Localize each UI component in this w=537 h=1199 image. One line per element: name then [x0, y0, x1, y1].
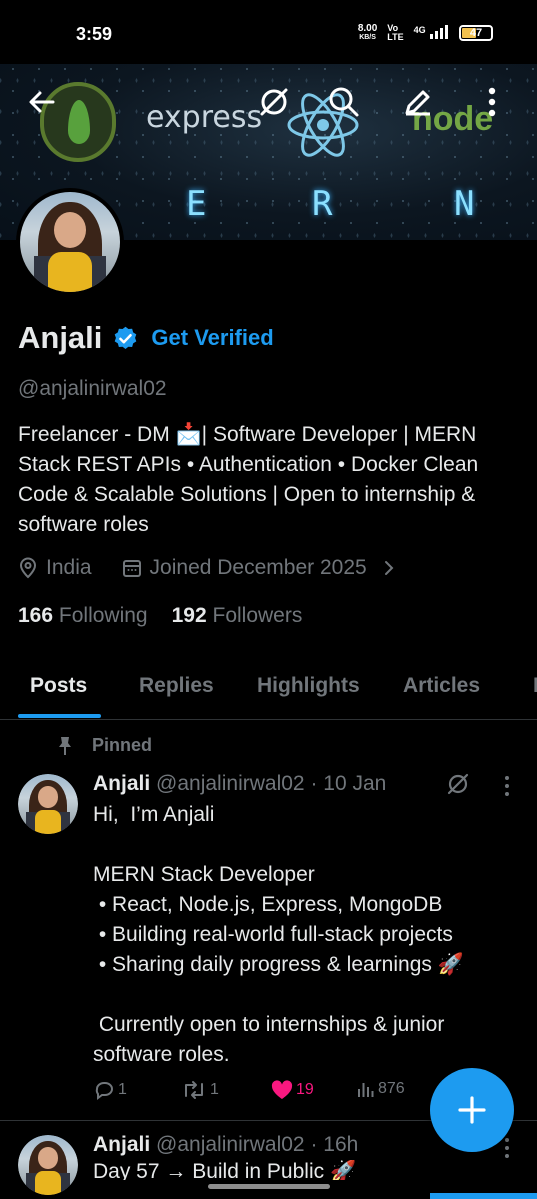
reply-button[interactable]: 1	[93, 1080, 127, 1100]
status-indicators: 8.00 KB/S Vo LTE 4G 47	[358, 24, 493, 42]
profile-bio: Freelancer - DM 📩| Software Developer | …	[18, 423, 479, 536]
edit-icon[interactable]	[396, 80, 440, 124]
bottom-accent	[430, 1193, 537, 1199]
net-speed-value: 8.00	[357, 23, 378, 34]
location-icon	[19, 557, 37, 579]
post-text: Hi, I’m Anjali MERN Stack Developer • Re…	[93, 803, 464, 1066]
post-actions: 1 1 19 876	[93, 1080, 423, 1108]
profile-name: Anjali	[18, 320, 103, 355]
post-text: Day 57 → Build in Public 🚀	[93, 1160, 357, 1180]
post-author[interactable]: Anjali	[93, 1133, 150, 1156]
signal-icon: 4G	[413, 24, 449, 42]
heart-filled-icon	[271, 1080, 293, 1099]
tab-highlights[interactable]: Highlights	[257, 654, 360, 698]
reply-icon	[95, 1082, 114, 1100]
followers-link[interactable]: 192 Followers	[172, 604, 303, 628]
post-header: Anjali @anjalinirwal02 · 10 Jan	[93, 772, 386, 796]
post-handle: @anjalinirwal02	[156, 1133, 305, 1156]
repost-count: 1	[210, 1081, 219, 1098]
post-more-icon[interactable]	[505, 1138, 511, 1158]
profile-name-row: Anjali Get Verified	[18, 320, 274, 356]
get-verified-link[interactable]: Get Verified	[151, 325, 273, 351]
tab-articles[interactable]: Articles	[403, 654, 480, 698]
views-button[interactable]: 876	[357, 1080, 405, 1098]
like-button[interactable]: 19	[271, 1080, 314, 1100]
following-link[interactable]: 166 Following	[18, 604, 148, 628]
home-indicator[interactable]	[208, 1184, 330, 1189]
grok-icon[interactable]	[446, 772, 470, 796]
net-speed-unit: KB/S	[359, 34, 376, 41]
compose-post-button[interactable]	[430, 1068, 514, 1152]
mern-letter: N	[454, 184, 477, 224]
chevron-right-icon[interactable]	[381, 558, 397, 578]
profile-meta: India Joined December 2025	[18, 556, 397, 580]
post-avatar[interactable]	[18, 774, 78, 834]
search-icon[interactable]	[322, 80, 366, 124]
post-time: · 10 Jan	[310, 772, 387, 795]
status-bar: 3:59 8.00 KB/S Vo LTE 4G 47	[0, 0, 537, 64]
post-author[interactable]: Anjali	[93, 772, 150, 795]
post-header: Anjali @anjalinirwal02 · 16h	[93, 1133, 358, 1157]
verified-badge-icon[interactable]	[112, 325, 139, 352]
mern-letter: R	[312, 184, 335, 224]
view-count: 876	[378, 1080, 405, 1097]
pin-icon	[59, 736, 71, 755]
follow-stats: 166 Following 192 Followers	[18, 604, 302, 628]
views-icon	[358, 1083, 374, 1097]
network-speed: 8.00 KB/S	[358, 24, 377, 42]
profile-handle: @anjalinirwal02	[18, 377, 167, 400]
more-vertical-icon[interactable]	[470, 80, 514, 124]
following-count: 166	[18, 604, 54, 627]
tab-replies[interactable]: Replies	[139, 654, 214, 698]
following-label: Following	[58, 604, 148, 627]
like-count: 19	[296, 1081, 314, 1098]
tab-posts[interactable]: Posts	[30, 654, 87, 698]
reply-count: 1	[118, 1081, 127, 1098]
profile-tabs: Posts Replies Highlights Articles M	[0, 654, 537, 720]
profile-joined: Joined December 2025	[149, 556, 367, 579]
post-more-icon[interactable]	[505, 776, 511, 796]
active-tab-indicator	[18, 714, 101, 718]
mern-letter: E	[186, 184, 209, 224]
profile-location: India	[46, 556, 92, 579]
repost-button[interactable]: 1	[181, 1080, 219, 1100]
battery-level: 47	[469, 27, 483, 39]
grok-icon[interactable]	[252, 80, 296, 124]
tab-media[interactable]: M	[533, 654, 537, 698]
post-handle: @anjalinirwal02	[156, 772, 305, 795]
pinned-text: Pinned	[92, 735, 153, 755]
express-logo: express	[146, 100, 263, 135]
network-type: 4G	[413, 24, 426, 35]
followers-count: 192	[171, 604, 207, 627]
post-time: · 16h	[310, 1133, 359, 1156]
calendar-icon	[122, 560, 141, 577]
plus-icon	[458, 1096, 486, 1124]
volte-bottom: LTE	[387, 32, 404, 42]
volte-indicator: Vo LTE	[387, 24, 403, 42]
battery-icon: 47	[459, 25, 493, 41]
repost-icon	[185, 1081, 203, 1099]
status-time: 3:59	[76, 24, 113, 44]
post-avatar[interactable]	[18, 1135, 78, 1195]
pinned-label: Pinned	[56, 735, 152, 756]
profile-avatar[interactable]	[16, 188, 124, 296]
followers-label: Followers	[212, 604, 303, 627]
back-arrow-icon[interactable]	[20, 80, 64, 124]
